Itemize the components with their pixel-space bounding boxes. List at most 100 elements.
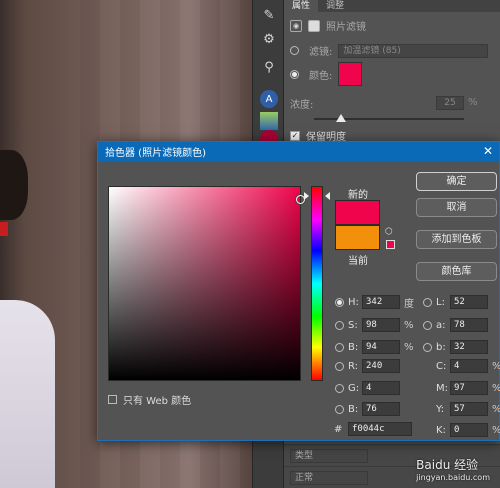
layer-name: 照片滤镜 — [326, 22, 366, 33]
filter-label: 滤镜: — [309, 47, 333, 58]
camera-icon: ◉ — [290, 19, 302, 32]
lab-l-label: L: — [436, 296, 445, 308]
web-only-option[interactable]: 只有 Web 颜色 — [108, 392, 191, 407]
type-a-icon[interactable]: A — [260, 90, 278, 108]
color-row: 颜色: — [290, 62, 363, 86]
magenta-unit: % — [492, 383, 500, 394]
lab-l-radio[interactable] — [423, 297, 432, 307]
web-only-checkbox[interactable] — [108, 395, 117, 404]
black-unit: % — [492, 425, 500, 436]
filter-select[interactable]: 加温滤镜 (85) — [338, 43, 489, 58]
web-only-label: 只有 Web 颜色 — [123, 396, 192, 407]
tab-adjustments[interactable]: 调整 — [318, 0, 352, 12]
watermark-logo: Baidu 经验 jingyan.baidu.com — [416, 456, 490, 482]
link-tool-icon[interactable]: ⚲ — [260, 58, 278, 76]
saturation-input[interactable]: 98 — [362, 318, 400, 332]
magenta-row: M: 97 % — [436, 380, 500, 396]
hue-unit: 度 — [404, 298, 414, 310]
magenta-label: M: — [436, 382, 448, 394]
density-slider-thumb[interactable] — [336, 114, 346, 122]
current-color-label: 当前 — [348, 256, 368, 267]
green-input[interactable]: 4 — [362, 381, 400, 395]
saturation-radio[interactable] — [335, 320, 344, 330]
tab-properties[interactable]: 属性 — [284, 0, 319, 12]
hue-slider[interactable] — [311, 186, 323, 381]
new-color-swatch — [335, 200, 380, 225]
lab-b-row: b: 32 — [423, 339, 492, 355]
filter-radio[interactable] — [290, 46, 299, 55]
properties-tabs: 属性 调整 — [284, 0, 500, 12]
adjust-sliders-icon[interactable]: ⚙ — [260, 30, 278, 48]
filter-row: 滤镜: 加温滤镜 (85) — [290, 43, 489, 58]
layers-stack-icon[interactable] — [260, 112, 278, 130]
hex-label: # — [334, 423, 343, 435]
green-radio[interactable] — [335, 383, 344, 393]
lab-a-radio[interactable] — [423, 320, 432, 330]
yellow-label: Y: — [436, 403, 445, 415]
brightness-radio[interactable] — [335, 342, 344, 352]
add-to-swatches-button[interactable]: 添加到色板 — [416, 230, 497, 249]
mask-icon[interactable] — [308, 19, 320, 32]
lab-b-input[interactable]: 32 — [450, 340, 488, 354]
saturation-brightness-field[interactable] — [108, 186, 305, 381]
close-icon[interactable]: ✕ — [481, 144, 495, 158]
black-input[interactable]: 0 — [450, 423, 488, 437]
color-picker-dialog: 拾色器 (照片滤镜颜色) ✕ 新的 当前 ⬡ 确定 取消 添加到色板 颜色库 H… — [97, 141, 500, 441]
red-label: R: — [348, 360, 359, 372]
blue-row: B: 76 — [335, 401, 404, 417]
cancel-button[interactable]: 取消 — [416, 198, 497, 217]
lab-a-input[interactable]: 78 — [450, 318, 488, 332]
yellow-input[interactable]: 57 — [450, 402, 488, 416]
hex-row: # f0044c — [334, 422, 416, 436]
ok-button[interactable]: 确定 — [416, 172, 497, 191]
lab-a-label: a: — [436, 319, 446, 331]
cube-icon[interactable]: ⬡ — [385, 227, 395, 237]
density-row: 浓度: — [290, 96, 313, 111]
cyan-label: C: — [436, 360, 447, 372]
red-radio[interactable] — [335, 361, 344, 371]
blue-input[interactable]: 76 — [362, 402, 400, 416]
filter-color-swatch[interactable] — [338, 62, 363, 86]
blue-label: B: — [348, 403, 359, 415]
hue-arrow-right-icon[interactable] — [325, 192, 330, 200]
brightness-input[interactable]: 94 — [362, 340, 400, 354]
photo-red-detail — [0, 222, 8, 236]
brush-tool-icon[interactable]: ✎ — [260, 6, 278, 24]
density-label: 浓度: — [290, 100, 314, 111]
web-safe-swatch-icon[interactable] — [386, 240, 395, 249]
preserve-checkbox[interactable]: ✓ — [290, 130, 300, 141]
hex-input[interactable]: f0044c — [348, 422, 412, 436]
saturation-row: S: 98 % — [335, 317, 414, 333]
cyan-input[interactable]: 4 — [450, 359, 488, 373]
color-radio[interactable] — [290, 69, 299, 79]
hue-input[interactable]: 342 — [362, 295, 400, 309]
magenta-input[interactable]: 97 — [450, 381, 488, 395]
saturation-unit: % — [404, 319, 414, 331]
dialog-title: 拾色器 (照片滤镜颜色) — [105, 148, 206, 159]
watermark-url: jingyan.baidu.com — [416, 473, 490, 482]
lab-b-radio[interactable] — [423, 342, 432, 352]
red-row: R: 240 — [335, 358, 404, 374]
photo-hair — [0, 150, 28, 220]
green-row: G: 4 — [335, 380, 404, 396]
black-row: K: 0 % — [436, 422, 500, 438]
layer-kind-select[interactable]: 类型 — [290, 448, 368, 463]
photo-shirt — [0, 300, 55, 488]
black-label: K: — [436, 424, 446, 436]
blend-mode-select[interactable]: 正常 — [290, 470, 368, 485]
yellow-unit: % — [492, 404, 500, 415]
color-libraries-button[interactable]: 颜色库 — [416, 262, 497, 281]
density-unit: % — [468, 97, 478, 108]
lab-l-input[interactable]: 52 — [450, 295, 488, 309]
current-color-swatch[interactable] — [335, 225, 380, 250]
hue-arrow-left-icon[interactable] — [304, 192, 309, 200]
dialog-titlebar[interactable]: 拾色器 (照片滤镜颜色) — [98, 142, 499, 161]
cyan-row: C: 4 % — [436, 358, 500, 374]
red-input[interactable]: 240 — [362, 359, 400, 373]
cyan-unit: % — [492, 361, 500, 372]
lab-a-row: a: 78 — [423, 317, 492, 333]
blue-radio[interactable] — [335, 404, 344, 414]
density-input[interactable]: 25 — [436, 96, 464, 110]
hue-radio[interactable] — [335, 297, 344, 307]
lab-l-row: L: 52 — [423, 294, 492, 310]
